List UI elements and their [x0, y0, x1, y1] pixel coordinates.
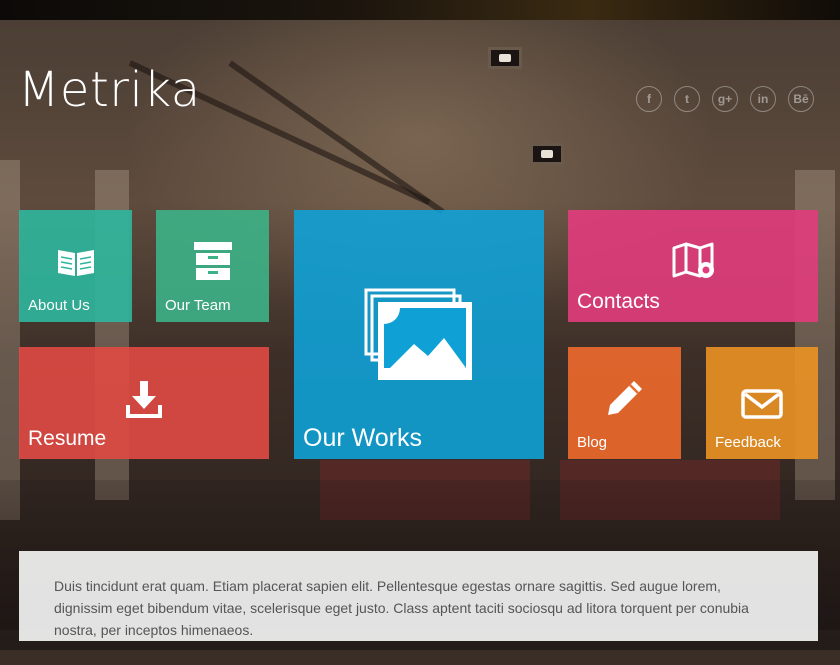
tile-blog[interactable]: Blog	[568, 347, 681, 459]
tile-our-team[interactable]: Our Team	[156, 210, 269, 322]
content-text: Duis tincidunt erat quam. Etiam placerat…	[54, 578, 749, 638]
ceiling-line	[228, 60, 445, 215]
tile-resume[interactable]: Resume	[19, 347, 269, 459]
google-plus-icon[interactable]: g+	[712, 86, 738, 112]
site-logo[interactable]: Metrika	[18, 62, 201, 118]
tile-label: Blog	[577, 434, 608, 451]
envelope-icon	[741, 389, 783, 419]
gallery-icon	[364, 288, 472, 380]
tile-about-us[interactable]: About Us	[19, 210, 132, 322]
download-icon	[126, 381, 162, 418]
facebook-icon[interactable]: f	[636, 86, 662, 112]
tile-label: About Us	[28, 297, 90, 314]
pillar	[0, 160, 20, 520]
tile-label: Our Team	[165, 297, 231, 314]
tile-label: Contacts	[577, 290, 660, 313]
book-icon	[58, 250, 94, 276]
pencil-icon	[608, 381, 642, 415]
ceiling-light	[530, 143, 564, 165]
top-band	[0, 0, 840, 20]
tile-label: Feedback	[715, 434, 781, 451]
social-links: f t g+ in Bē	[636, 86, 814, 112]
map-icon	[672, 242, 714, 278]
twitter-icon[interactable]: t	[674, 86, 700, 112]
linkedin-icon[interactable]: in	[750, 86, 776, 112]
tile-contacts[interactable]: Contacts	[568, 210, 818, 322]
tile-label: Resume	[28, 427, 107, 450]
tile-feedback[interactable]: Feedback	[706, 347, 818, 459]
tile-our-works[interactable]: Our Works	[294, 210, 544, 459]
content-panel: Duis tincidunt erat quam. Etiam placerat…	[19, 551, 818, 641]
behance-icon[interactable]: Bē	[788, 86, 814, 112]
ceiling-light	[488, 47, 522, 69]
tile-label: Our Works	[303, 424, 422, 452]
cabinet-icon	[194, 242, 232, 280]
